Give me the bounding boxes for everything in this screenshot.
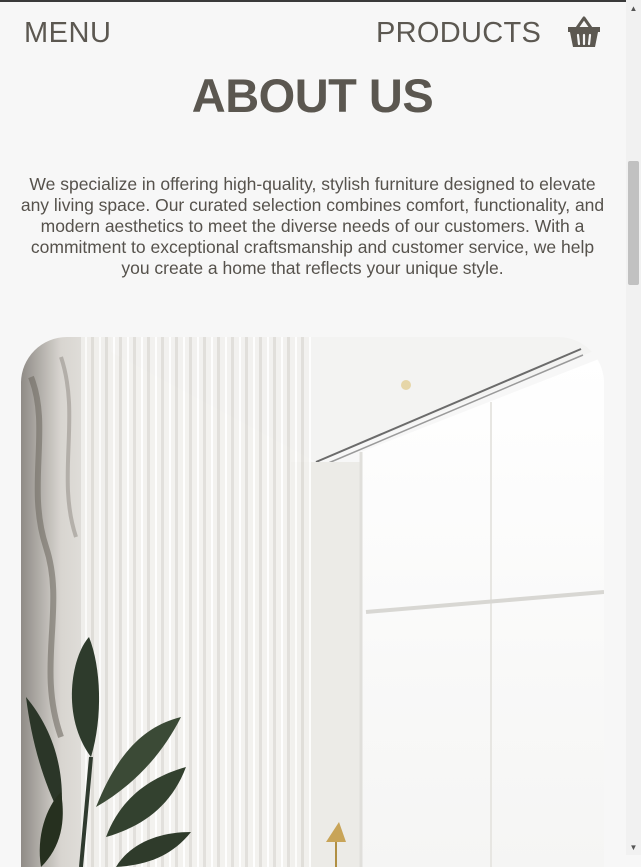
- scrollbar[interactable]: [626, 0, 641, 855]
- scroll-down-arrow-icon[interactable]: ▼: [626, 841, 641, 855]
- products-link[interactable]: PRODUCTS: [376, 15, 541, 51]
- window-top-border: [0, 0, 641, 2]
- page-title: ABOUT US: [191, 69, 434, 122]
- basket-icon[interactable]: [566, 15, 602, 49]
- scroll-up-arrow-icon[interactable]: ▲: [626, 2, 641, 16]
- about-description: We specialize in offering high-quality, …: [20, 174, 605, 278]
- menu-link[interactable]: MENU: [24, 15, 111, 51]
- scrollbar-thumb[interactable]: [628, 161, 639, 285]
- hero-image: [21, 337, 604, 867]
